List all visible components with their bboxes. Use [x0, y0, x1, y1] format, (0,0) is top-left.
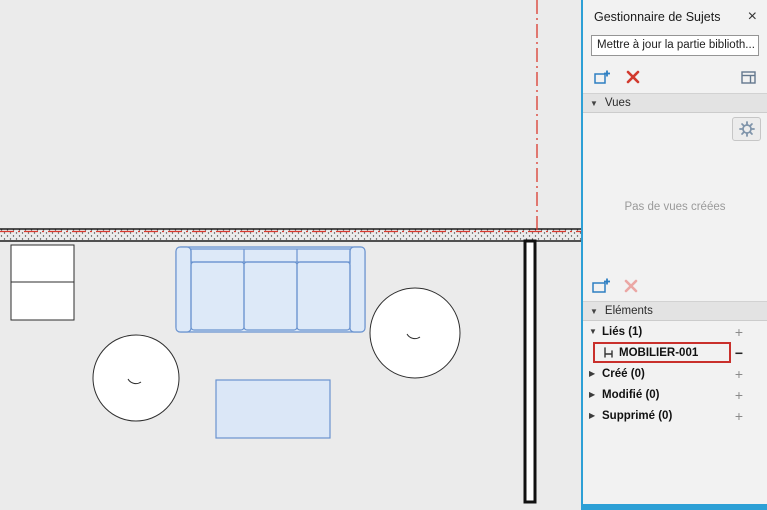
- view-settings-button[interactable]: [732, 117, 761, 141]
- delete-issue-button[interactable]: [625, 69, 641, 85]
- tree-row-modifie[interactable]: ▶ Modifié (0) +: [583, 384, 767, 405]
- expander-icon[interactable]: ▶: [589, 390, 602, 399]
- expander-icon[interactable]: ▶: [589, 411, 602, 420]
- armchair-right[interactable]: [370, 288, 460, 378]
- section-header-vues[interactable]: ▼ Vues: [583, 93, 767, 113]
- sofa[interactable]: [176, 247, 365, 332]
- empty-views-text: Pas de vues créées: [624, 201, 725, 213]
- section-header-elements[interactable]: ▼ Eléments: [583, 301, 767, 321]
- expander-icon[interactable]: ▶: [589, 369, 602, 378]
- cabinet[interactable]: [11, 245, 74, 320]
- add-button[interactable]: +: [731, 367, 747, 381]
- library-part-icon: [602, 346, 619, 359]
- panel-bottom-accent: [583, 504, 767, 510]
- tree-row-cree[interactable]: ▶ Créé (0) +: [583, 363, 767, 384]
- delete-view-icon: [623, 278, 639, 294]
- tree-row-supprime[interactable]: ▶ Supprimé (0) +: [583, 405, 767, 426]
- add-button[interactable]: +: [731, 325, 747, 339]
- armchair-left[interactable]: [93, 335, 179, 421]
- tree-label-lies: Liés (1): [602, 326, 731, 338]
- wall-top[interactable]: [0, 229, 581, 241]
- floor-plan-canvas[interactable]: [0, 0, 581, 510]
- elements-tree: ▼ Liés (1) + MOBILIER-001 − ▶ Créé (0) +: [583, 321, 767, 426]
- views-empty-area: Pas de vues créées: [583, 143, 767, 271]
- tree-row-lies[interactable]: ▼ Liés (1) +: [583, 321, 767, 342]
- new-issue-icon: [593, 69, 611, 86]
- app-window: Gestionnaire de Sujets × Mettre à jour l…: [0, 0, 767, 510]
- issue-manager-panel: Gestionnaire de Sujets × Mettre à jour l…: [581, 0, 767, 510]
- section-label-elements: Eléments: [605, 305, 653, 317]
- panel-title: Gestionnaire de Sujets: [594, 10, 720, 24]
- wall-column[interactable]: [525, 241, 535, 502]
- issue-dropdown[interactable]: Mettre à jour la partie biblioth...: [591, 35, 759, 56]
- add-view-button[interactable]: [591, 277, 611, 295]
- add-button[interactable]: +: [731, 388, 747, 402]
- tree-label-supprime: Supprimé (0): [602, 410, 731, 422]
- add-view-icon: [591, 277, 611, 295]
- collapse-triangle-icon[interactable]: ▼: [590, 99, 598, 108]
- section-label-vues: Vues: [605, 97, 631, 109]
- panel-filler: [583, 426, 767, 504]
- issue-dropdown-value: Mettre à jour la partie biblioth...: [597, 39, 755, 51]
- expander-icon[interactable]: ▼: [589, 327, 602, 336]
- gear-icon: [738, 120, 756, 138]
- remove-button[interactable]: −: [731, 346, 747, 360]
- tree-label-modifie: Modifié (0): [602, 389, 731, 401]
- panel-title-bar: Gestionnaire de Sujets ×: [583, 0, 767, 34]
- new-issue-button[interactable]: [593, 69, 611, 86]
- coffee-table[interactable]: [216, 380, 330, 438]
- delete-view-button[interactable]: [623, 278, 639, 294]
- view-settings-row: [583, 113, 767, 143]
- tree-row-mobilier[interactable]: MOBILIER-001 −: [583, 342, 767, 363]
- tree-label-mobilier: MOBILIER-001: [619, 347, 731, 359]
- views-toolbar: [583, 271, 767, 301]
- tree-label-cree: Créé (0): [602, 368, 731, 380]
- issue-details-icon: [740, 70, 757, 85]
- collapse-triangle-icon[interactable]: ▼: [590, 307, 598, 316]
- delete-issue-icon: [625, 69, 641, 85]
- floor-plan-drawing: [0, 0, 581, 510]
- close-icon[interactable]: ×: [748, 9, 757, 25]
- add-button[interactable]: +: [731, 409, 747, 423]
- issue-toolbar: [583, 61, 767, 93]
- issue-details-button[interactable]: [740, 70, 757, 85]
